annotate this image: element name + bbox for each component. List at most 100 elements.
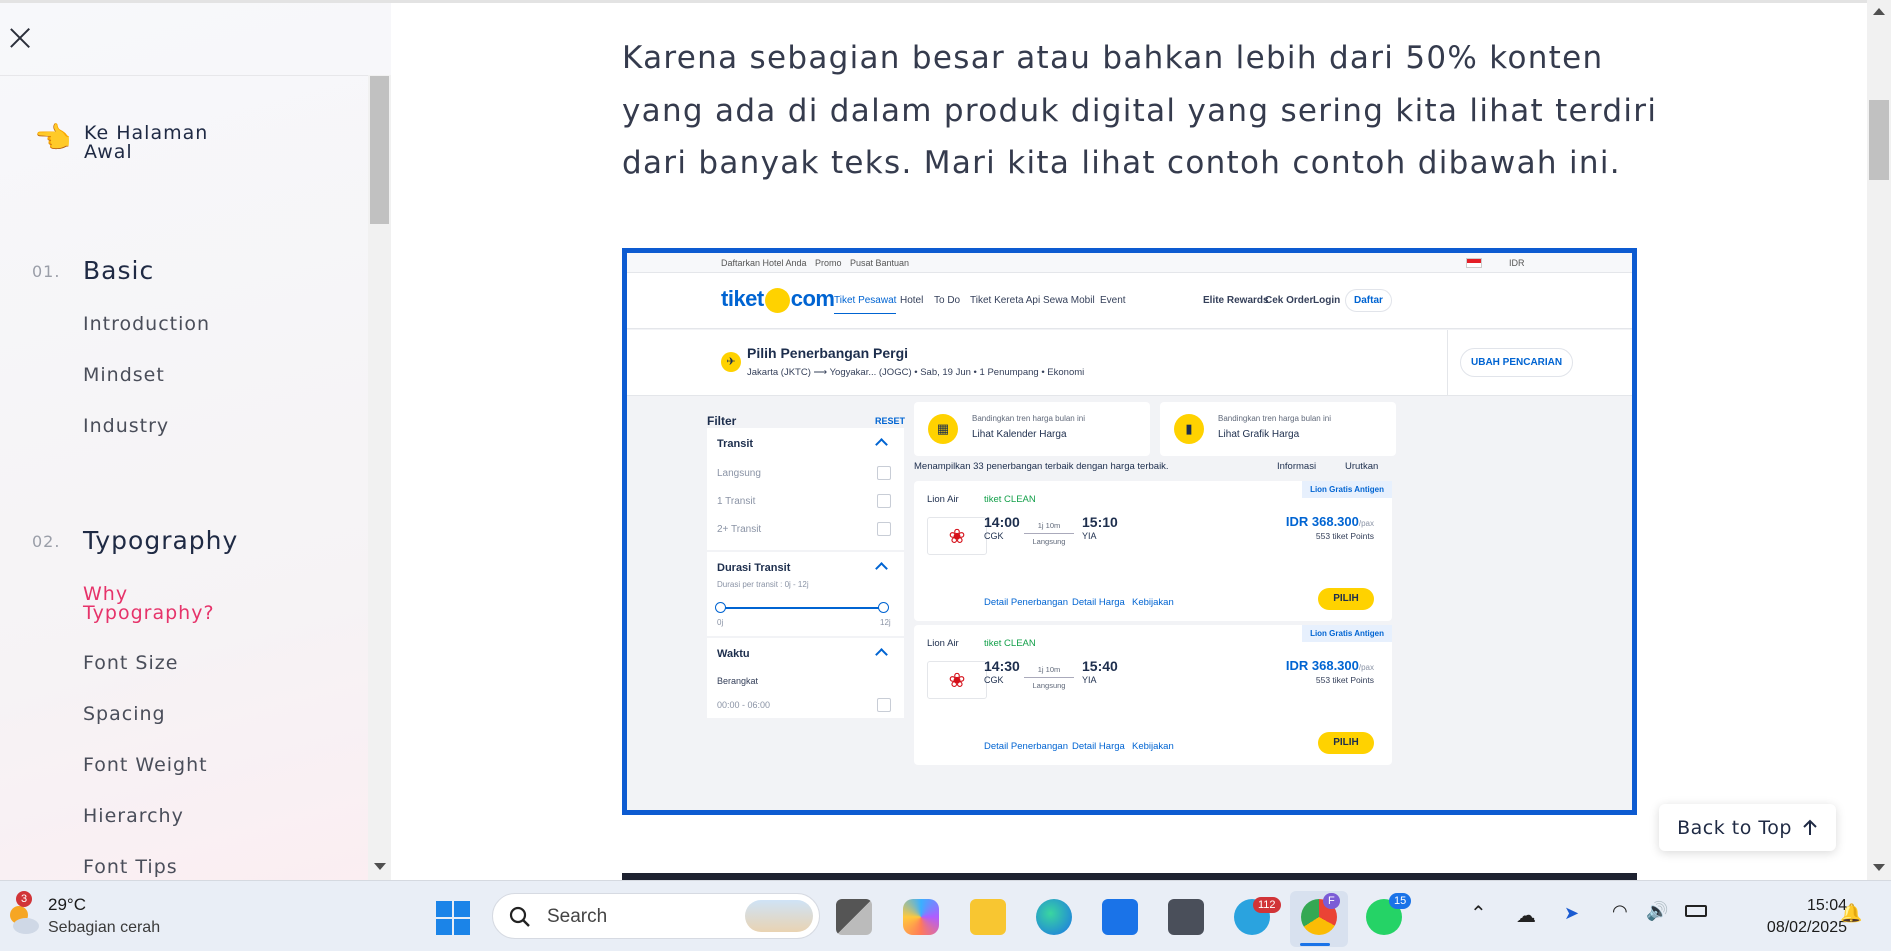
notification-bell-icon[interactable]: 🔔 bbox=[1840, 903, 1862, 924]
sidebar-divider bbox=[0, 75, 391, 76]
article-paragraph: Karena sebagian besar atau bahkan lebih … bbox=[622, 40, 1658, 181]
clock-time: 15:04 bbox=[1806, 897, 1847, 914]
home-link[interactable]: 👈 Ke Halaman Awal bbox=[34, 124, 234, 162]
nav-item: Event bbox=[1100, 295, 1126, 306]
flag-icon bbox=[1466, 258, 1482, 268]
home-link-label: Ke Halaman Awal bbox=[84, 122, 209, 163]
nav-item: Login bbox=[1313, 295, 1341, 306]
weather-badge: 3 bbox=[16, 891, 33, 907]
page-scrollbar-thumb[interactable] bbox=[1869, 100, 1889, 180]
topbar-link: Pusat Bantuan bbox=[850, 258, 910, 268]
screenshot-header: tiket com Tiket Pesawat Hotel To Do Tiket… bbox=[627, 273, 1632, 329]
flight-card: Lion Gratis Antigen Lion Air tiket CLEAN… bbox=[914, 481, 1392, 621]
search-placeholder: Search bbox=[547, 906, 608, 927]
plane-icon: ✈ bbox=[721, 352, 741, 372]
tiket-logo: tiket com bbox=[721, 286, 835, 313]
sort-label: Urutkan bbox=[1345, 461, 1379, 472]
sidebar-scrollbar-thumb[interactable] bbox=[370, 76, 389, 224]
nav-item: Elite Rewards bbox=[1203, 295, 1269, 306]
sidebar-item-font-size[interactable]: Font Size bbox=[83, 654, 178, 673]
edge-icon[interactable] bbox=[1036, 899, 1072, 935]
transit-filter: Transit Langsung 1 Transit 2+ Transit bbox=[707, 428, 904, 550]
task-view-icon[interactable] bbox=[836, 899, 872, 935]
search-highlight-image bbox=[745, 900, 813, 932]
sidebar-item-font-weight[interactable]: Font Weight bbox=[83, 756, 208, 775]
wifi-icon[interactable]: ◠ bbox=[1612, 901, 1628, 922]
sidebar-item-spacing[interactable]: Spacing bbox=[83, 705, 166, 724]
topbar-link: Daftarkan Hotel Anda bbox=[721, 258, 807, 268]
nav-item: Hotel bbox=[900, 295, 924, 306]
flight-title: Pilih Penerbangan Pergi bbox=[747, 345, 909, 361]
chevron-up-icon[interactable]: ⌃ bbox=[1470, 901, 1487, 926]
filter-panel: Filter RESET Transit Langsung 1 Transit … bbox=[707, 396, 905, 810]
content-divider bbox=[622, 873, 1637, 880]
sidebar-item-font-tips[interactable]: Font Tips bbox=[83, 858, 178, 877]
sidebar-item-why-typography[interactable]: Why Typography? bbox=[83, 585, 263, 623]
info-label: Informasi bbox=[1277, 461, 1317, 472]
back-to-top-label: Back to Top bbox=[1677, 816, 1792, 839]
arrow-up-icon bbox=[1803, 819, 1817, 835]
sidebar-item-mindset[interactable]: Mindset bbox=[83, 366, 165, 385]
active-indicator bbox=[1300, 943, 1330, 946]
nav-item: Sewa Mobil bbox=[1043, 295, 1095, 306]
back-to-top-button[interactable]: Back to Top bbox=[1659, 804, 1836, 851]
nav-item: Cek Order bbox=[1265, 295, 1314, 306]
telegram-badge: 112 bbox=[1253, 897, 1281, 913]
scroll-up-arrow-icon[interactable] bbox=[1873, 8, 1885, 15]
signup-pill: Daftar bbox=[1345, 289, 1392, 312]
whatsapp-badge: 15 bbox=[1389, 893, 1412, 909]
calendar-icon: ▦ bbox=[928, 414, 958, 444]
pointing-hand-icon: 👈 bbox=[34, 121, 72, 156]
weather-condition: Sebagian cerah bbox=[48, 919, 161, 936]
camera-icon[interactable] bbox=[1168, 899, 1204, 935]
onedrive-cloud-icon[interactable]: ☁ bbox=[1516, 903, 1536, 928]
results-count: Menampilkan 33 penerbangan terbaik denga… bbox=[914, 461, 1169, 472]
flight-subtitle: Jakarta (JKTC) ⟶ Yogyakar... (JOGC) • Sa… bbox=[747, 367, 1085, 378]
chevron-up-icon bbox=[875, 562, 888, 575]
top-border bbox=[0, 0, 1891, 3]
store-icon[interactable] bbox=[1102, 899, 1138, 935]
section-title-typography: Typography bbox=[83, 526, 239, 555]
chevron-up-icon bbox=[875, 648, 888, 661]
search-icon bbox=[509, 906, 530, 927]
sidebar-item-industry[interactable]: Industry bbox=[83, 417, 169, 436]
flight-card: Lion Gratis Antigen Lion Air tiket CLEAN… bbox=[914, 625, 1392, 765]
sidebar-item-introduction[interactable]: Introduction bbox=[83, 315, 210, 334]
windows-icon bbox=[436, 901, 470, 935]
clock[interactable]: 15:04 08/02/2025 bbox=[1767, 895, 1847, 939]
location-icon[interactable]: ➤ bbox=[1564, 903, 1579, 924]
nav-item: To Do bbox=[934, 295, 961, 306]
chrome-profile-badge: F bbox=[1323, 893, 1340, 909]
taskbar: 3 29°C Sebagian cerah Search 112 F 15 ⌃ … bbox=[0, 880, 1891, 951]
filter-title: Filter bbox=[707, 414, 737, 428]
chart-card: ▮ Bandingkan tren harga bulan ini Lihat … bbox=[1160, 402, 1396, 456]
time-filter: Waktu Berangkat 00:00 - 06:00 bbox=[707, 638, 904, 718]
duration-filter: Durasi Transit Durasi per transit : 0j -… bbox=[707, 552, 904, 636]
section-number: 02. bbox=[32, 532, 61, 551]
scroll-down-arrow-icon[interactable] bbox=[374, 863, 386, 870]
temperature: 29°C bbox=[48, 895, 86, 914]
taskbar-search[interactable]: Search bbox=[492, 893, 820, 939]
sidebar: 👈 Ke Halaman Awal 01. Basic Introduction… bbox=[0, 0, 391, 880]
topbar-link: Promo bbox=[815, 258, 842, 268]
example-screenshot: Daftarkan Hotel Anda Promo Pusat Bantuan… bbox=[622, 248, 1637, 815]
screenshot-topbar: Daftarkan Hotel Anda Promo Pusat Bantuan… bbox=[627, 253, 1632, 273]
start-button[interactable] bbox=[436, 901, 470, 935]
bar-chart-icon: ▮ bbox=[1174, 414, 1204, 444]
chevron-up-icon bbox=[875, 438, 888, 451]
change-search: UBAH PENCARIAN bbox=[1447, 330, 1632, 396]
lion-air-logo-icon: ❀ bbox=[927, 661, 987, 699]
flight-summary: ✈ Pilih Penerbangan Pergi Jakarta (JKTC)… bbox=[627, 330, 1632, 396]
sidebar-item-hierarchy[interactable]: Hierarchy bbox=[83, 807, 184, 826]
nav-item: Tiket Pesawat bbox=[834, 295, 897, 314]
clock-date: 08/02/2025 bbox=[1766, 919, 1847, 936]
volume-icon[interactable]: 🔊 bbox=[1646, 901, 1668, 922]
file-explorer-icon[interactable] bbox=[970, 899, 1006, 935]
section-title-basic: Basic bbox=[83, 256, 155, 285]
scroll-down-arrow-icon[interactable] bbox=[1873, 864, 1885, 871]
copilot-icon[interactable] bbox=[903, 899, 939, 935]
battery-icon[interactable] bbox=[1685, 905, 1707, 917]
section-number: 01. bbox=[32, 262, 61, 281]
close-icon[interactable] bbox=[8, 26, 32, 50]
currency: IDR bbox=[1509, 258, 1525, 268]
